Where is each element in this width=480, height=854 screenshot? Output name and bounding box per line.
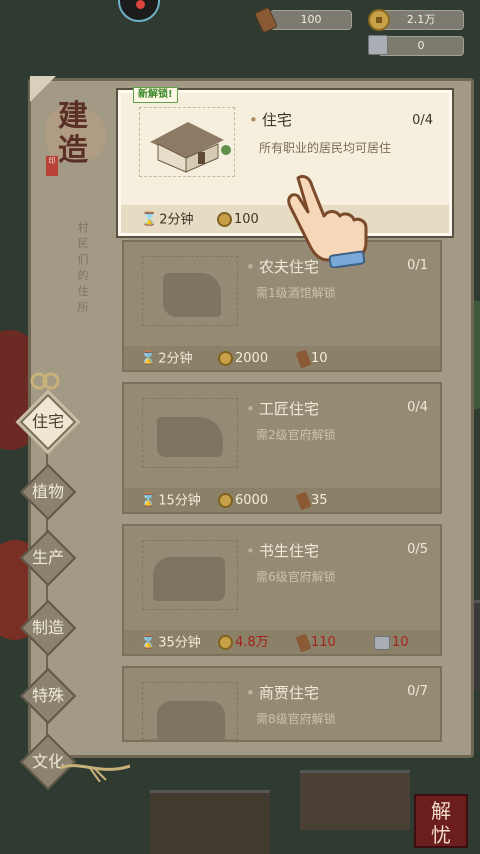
building-thumbnail — [142, 398, 238, 468]
title-seal-stamp: 印 — [46, 156, 58, 176]
building-card-merchant[interactable]: 商贾住宅 0/7 需8级官府解锁 — [122, 666, 442, 742]
building-thumbnail — [142, 256, 238, 326]
coin-cost: 100 — [217, 211, 259, 229]
wood-value: 100 — [300, 13, 322, 26]
tab-plants[interactable]: 植物 — [19, 463, 77, 521]
locked-building-silhouette — [163, 273, 221, 317]
tab-residence[interactable]: 住宅 — [19, 393, 77, 451]
coin-cost: 6000 — [218, 492, 268, 510]
building-thumbnail — [142, 682, 238, 741]
building-name: 住宅 — [249, 109, 292, 130]
time-value: 35分钟 — [158, 635, 201, 651]
panel-subtitle: 村民们的住所 — [77, 221, 89, 314]
cost-row: ⌛ 35分钟 4.8万 110 10 — [124, 630, 440, 654]
tab-special[interactable]: 特殊 — [19, 667, 77, 725]
building-thumbnail — [139, 107, 235, 177]
wood-value: 35 — [311, 493, 328, 508]
relief-menu-button[interactable]: 解忧 — [414, 794, 468, 848]
tassel-ornament-icon — [60, 764, 130, 782]
coin-value: 4.8万 — [235, 635, 269, 650]
panel-title-text: 建造 — [58, 99, 88, 168]
coin-value: 2000 — [235, 351, 269, 366]
building-count: 0/4 — [412, 113, 433, 128]
stone-cost: 10 — [374, 634, 409, 652]
roof — [300, 770, 410, 830]
coin-icon — [368, 9, 390, 31]
time-value: 15分钟 — [158, 493, 201, 509]
tab-production[interactable]: 生产 — [19, 529, 77, 587]
building-count: 0/5 — [407, 542, 428, 557]
building-card-scholar[interactable]: 书生住宅 0/5 需6级官府解锁 ⌛35分钟 4.8万 110 10 — [122, 524, 442, 656]
building-desc: 需1级酒馆解锁 — [256, 286, 336, 300]
building-desc: 需6级官府解锁 — [256, 570, 336, 584]
coin-icon — [217, 212, 232, 227]
knot-ornament-icon — [30, 372, 60, 390]
tab-label: 制造 — [31, 618, 64, 637]
stone-block-icon — [368, 35, 388, 55]
building-desc: 所有职业的居民均可居住 — [259, 141, 392, 155]
cost-row: ⌛ 15分钟 6000 35 — [124, 488, 440, 512]
wood-cost: 10 — [295, 349, 328, 368]
wood-log-icon — [295, 349, 312, 368]
coin-cost: 4.8万 — [218, 634, 269, 652]
tab-label: 生产 — [31, 548, 64, 567]
time-value: 2分钟 — [159, 212, 194, 228]
stone-value: 10 — [392, 635, 409, 650]
coin-icon — [218, 351, 233, 366]
house-icon — [150, 122, 231, 173]
roof — [150, 790, 270, 854]
tab-label: 特殊 — [31, 686, 64, 705]
mascot-eye — [136, 0, 145, 9]
tutorial-pointer-hand-icon — [287, 174, 368, 268]
tab-label: 植物 — [31, 482, 64, 501]
building-desc: 需8级官府解锁 — [256, 712, 336, 726]
building-name: 工匠住宅 — [246, 398, 319, 419]
locked-building-silhouette — [157, 417, 223, 457]
time-cost: ⌛ 2分钟 — [141, 211, 193, 229]
wood-log-icon — [295, 633, 312, 652]
hourglass-icon: ⌛ — [140, 493, 157, 508]
coin-icon — [218, 635, 233, 650]
time-cost: ⌛ 2分钟 — [140, 350, 192, 368]
building-name: 书生住宅 — [246, 540, 319, 561]
coin-cost: 2000 — [218, 350, 268, 368]
wood-log-icon — [295, 491, 312, 510]
coin-value: 6000 — [235, 493, 269, 508]
building-count: 0/4 — [407, 400, 428, 415]
new-unlock-badge: 新解锁! — [133, 87, 178, 103]
coin-icon — [218, 493, 233, 508]
locked-building-silhouette — [157, 701, 225, 741]
wood-value: 10 — [311, 351, 328, 366]
stone-value: 0 — [417, 39, 425, 52]
building-count: 0/1 — [407, 258, 428, 273]
time-value: 2分钟 — [158, 351, 193, 367]
hourglass-icon: ⌛ — [141, 212, 158, 227]
relief-menu-label: 解忧 — [431, 799, 451, 847]
coin-counter: 2.1万 — [378, 10, 464, 30]
hourglass-icon: ⌛ — [140, 635, 157, 650]
wood-value: 110 — [311, 635, 336, 650]
coin-value: 2.1万 — [406, 13, 436, 26]
locked-building-silhouette — [153, 557, 225, 601]
wood-cost: 35 — [295, 491, 328, 510]
cost-row: ⌛ 2分钟 2000 10 — [124, 346, 440, 370]
building-card-farmer[interactable]: 农夫住宅 0/1 需1级酒馆解锁 ⌛2分钟 2000 10 — [122, 240, 442, 372]
time-cost: ⌛ 15分钟 — [140, 492, 201, 510]
coin-value: 100 — [234, 212, 259, 227]
building-card-craftsman[interactable]: 工匠住宅 0/4 需2级官府解锁 ⌛15分钟 6000 35 — [122, 382, 442, 514]
tab-manufacture[interactable]: 制造 — [19, 599, 77, 657]
time-cost: ⌛ 35分钟 — [140, 634, 201, 652]
building-count: 0/7 — [407, 684, 428, 699]
building-desc: 需2级官府解锁 — [256, 428, 336, 442]
hourglass-icon: ⌛ — [140, 351, 157, 366]
building-thumbnail — [142, 540, 238, 610]
wood-counter: 100 — [270, 10, 352, 30]
stone-block-icon — [374, 635, 390, 650]
wood-cost: 110 — [295, 633, 336, 652]
stone-counter: 0 — [378, 36, 464, 56]
tab-label: 住宅 — [31, 412, 64, 431]
building-name: 商贾住宅 — [246, 682, 319, 703]
